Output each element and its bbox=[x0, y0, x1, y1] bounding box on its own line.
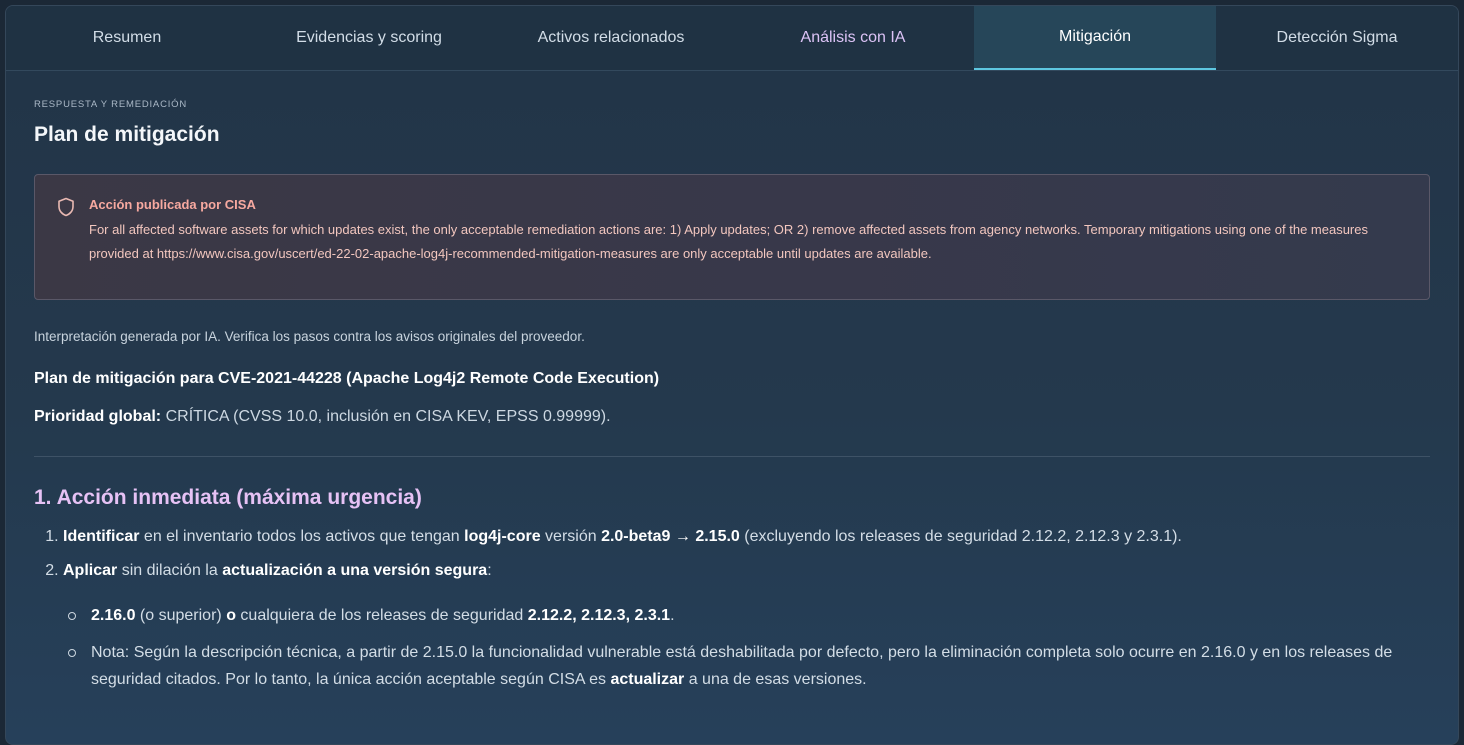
step-text: (excluyendo los releases de seguridad 2.… bbox=[739, 528, 1182, 545]
step-keyword: o bbox=[226, 607, 236, 624]
plan-title: Plan de mitigación para CVE-2021-44228 (… bbox=[34, 370, 660, 387]
section-eyebrow: RESPUESTA Y REMEDIACIÓN bbox=[34, 99, 188, 110]
immediate-steps: Identificar en el inventario todos los a… bbox=[34, 528, 1430, 693]
alert-title: Acción publicada por CISA bbox=[89, 197, 256, 212]
priority-label: Prioridad global: bbox=[34, 408, 162, 425]
tab-bar: Resumen Evidencias y scoring Activos rel… bbox=[6, 6, 1458, 71]
page-title: Plan de mitigación bbox=[34, 123, 220, 146]
ai-disclaimer: Interpretación generada por IA. Verifica… bbox=[34, 329, 585, 344]
tab-analisis-ia[interactable]: Análisis con IA bbox=[732, 6, 974, 70]
step-text: (o superior) bbox=[135, 607, 227, 624]
sub-list: 2.16.0 (o superior) o cualquiera de los … bbox=[34, 602, 1430, 693]
step-keyword: Identificar bbox=[63, 528, 140, 545]
list-item: Nota: Según la descripción técnica, a pa… bbox=[34, 639, 1430, 693]
alert-body: For all affected software assets for whi… bbox=[89, 222, 1368, 261]
step-keyword: 2.0-beta9 → 2.15.0 bbox=[601, 528, 740, 545]
list-item: Aplicar sin dilación la actualización a … bbox=[63, 562, 1430, 693]
step-keyword: 2.16.0 bbox=[91, 607, 136, 624]
immediate-action-heading: 1. Acción inmediata (máxima urgencia) bbox=[34, 486, 422, 509]
tab-deteccion-sigma[interactable]: Detección Sigma bbox=[1216, 6, 1458, 70]
step-keyword: Aplicar bbox=[63, 562, 118, 579]
tab-activos[interactable]: Activos relacionados bbox=[490, 6, 732, 70]
tab-evidencias[interactable]: Evidencias y scoring bbox=[248, 6, 490, 70]
divider bbox=[34, 456, 1430, 457]
cisa-alert: Acción publicada por CISA For all affect… bbox=[34, 174, 1430, 300]
step-keyword: 2.12.2, 2.12.3, 2.3.1 bbox=[527, 607, 671, 624]
step-text: : bbox=[487, 562, 492, 579]
step-text: a una de esas versiones. bbox=[684, 671, 867, 688]
tab-resumen[interactable]: Resumen bbox=[6, 6, 248, 70]
step-keyword: actualizar bbox=[610, 671, 685, 688]
list-item: 2.16.0 (o superior) o cualquiera de los … bbox=[34, 602, 1430, 629]
tab-mitigacion[interactable]: Mitigación bbox=[974, 6, 1216, 70]
global-priority: Prioridad global: CRÍTICA (CVSS 10.0, in… bbox=[34, 408, 1430, 426]
step-text: sin dilación la bbox=[117, 562, 223, 579]
step-keyword: actualización a una versión segura bbox=[222, 562, 488, 579]
step-text: . bbox=[670, 607, 675, 624]
step-text: en el inventario todos los activos que t… bbox=[139, 528, 465, 545]
priority-value: CRÍTICA (CVSS 10.0, inclusión en CISA KE… bbox=[165, 408, 611, 425]
step-text: cualquiera de los releases de seguridad bbox=[235, 607, 528, 624]
vulnerability-detail-panel: Resumen Evidencias y scoring Activos rel… bbox=[5, 5, 1459, 745]
shield-icon bbox=[58, 197, 74, 217]
mitigation-content: RESPUESTA Y REMEDIACIÓN Plan de mitigaci… bbox=[6, 71, 1458, 693]
list-item: Identificar en el inventario todos los a… bbox=[63, 528, 1430, 546]
step-text: versión bbox=[540, 528, 602, 545]
step-keyword: log4j-core bbox=[464, 528, 541, 545]
